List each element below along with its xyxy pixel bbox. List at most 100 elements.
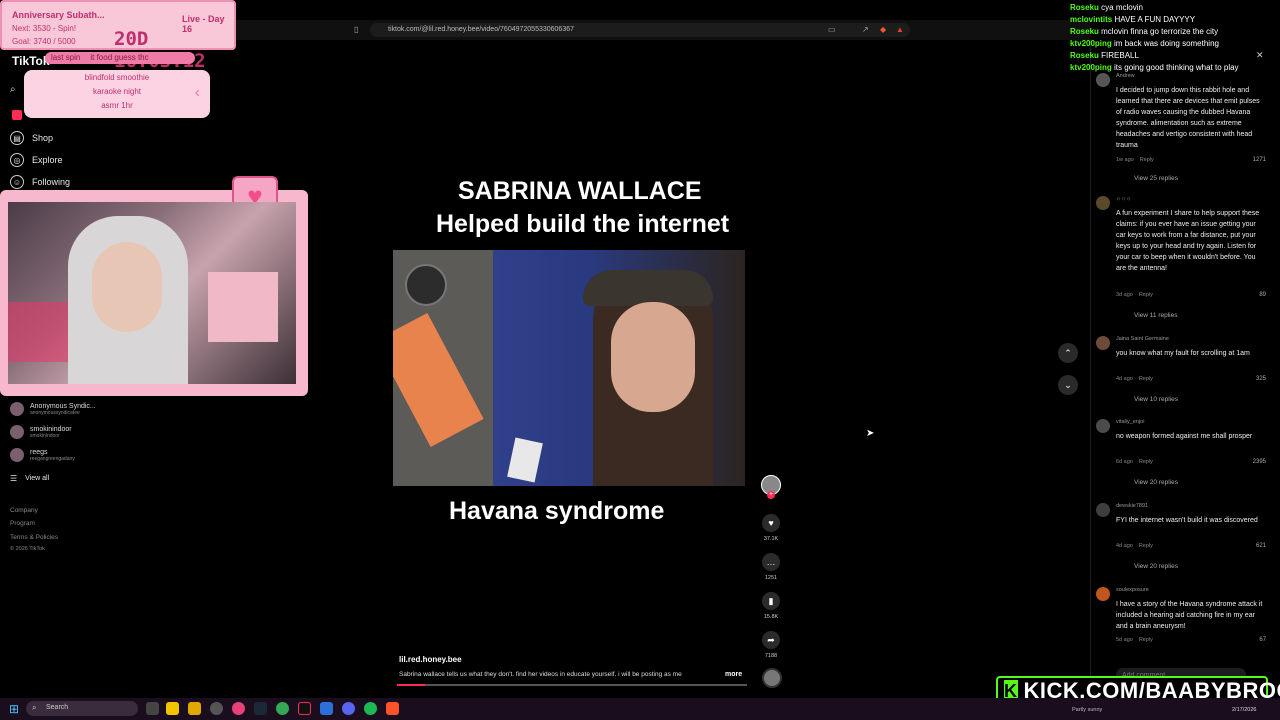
taskbar-date: 2/17/2026 — [1232, 707, 1257, 713]
chevron-up-icon: ⌃ — [1064, 348, 1072, 358]
comment-item: Jaina Saint Germaine you know what my fa… — [1096, 336, 1266, 406]
folder-icon[interactable] — [188, 702, 201, 715]
footer-company[interactable]: Company — [10, 507, 38, 514]
reply-button[interactable]: Reply — [1140, 157, 1154, 163]
comment-likes[interactable]: 89 — [1259, 292, 1266, 298]
more-link[interactable]: more — [725, 671, 742, 678]
obs-icon[interactable] — [210, 702, 223, 715]
comment-user[interactable]: ☼☼☼ — [1116, 196, 1131, 202]
windows-start-icon[interactable]: ⊞ — [9, 702, 19, 716]
chat-message: mclovintits HAVE A FUN DAYYYY — [1070, 15, 1196, 24]
reply-button[interactable]: Reply — [1139, 637, 1153, 643]
bookmark-icon[interactable]: ▯ — [354, 25, 364, 35]
share-button[interactable]: ➦ 7188 — [762, 631, 780, 659]
save-button[interactable]: ▮ 15.8K — [762, 592, 780, 620]
chrome-icon[interactable] — [276, 702, 289, 715]
tiktok-icon[interactable] — [298, 702, 311, 715]
spotify-icon[interactable] — [364, 702, 377, 715]
music-disc-icon[interactable] — [762, 668, 782, 688]
avatar[interactable] — [1096, 587, 1110, 601]
home-icon[interactable] — [12, 110, 22, 120]
video-progress-bar[interactable] — [397, 684, 747, 686]
avatar[interactable] — [1096, 503, 1110, 517]
reply-button[interactable]: Reply — [1139, 543, 1153, 549]
file-explorer-icon[interactable] — [166, 702, 179, 715]
avatar[interactable] — [1096, 196, 1110, 210]
subathon-timer: 20D 16:03:12 — [114, 28, 206, 72]
cast-icon[interactable]: ▭ — [828, 25, 838, 35]
footer-terms[interactable]: Terms & Policies — [10, 534, 58, 541]
following-account[interactable]: Anonymous Syndic... anonymoussyndicatee — [10, 402, 96, 416]
view-replies[interactable]: View 11 replies — [1134, 312, 1177, 319]
like-count: 37.1K — [763, 536, 779, 542]
brave-rewards-icon[interactable]: ▲ — [896, 25, 906, 35]
brave-shield-icon[interactable]: ◆ — [880, 25, 890, 35]
view-replies[interactable]: View 25 replies — [1134, 175, 1178, 182]
comment-likes[interactable]: 621 — [1256, 543, 1266, 549]
following-account[interactable]: smokinindoor smokinindoor — [10, 425, 72, 439]
avatar[interactable] — [1096, 419, 1110, 433]
video-description: Sabrina wallace tells us what they don't… — [399, 671, 682, 678]
previous-video-button[interactable]: ⌃ — [1058, 343, 1078, 363]
reply-button[interactable]: Reply — [1139, 376, 1153, 382]
explore-icon: ◎ — [10, 153, 24, 167]
tiktok-logo[interactable]: TikTok — [12, 54, 50, 68]
footer-program[interactable]: Program — [10, 520, 35, 527]
view-replies[interactable]: View 20 replies — [1134, 479, 1178, 486]
video-progress-fill — [397, 684, 425, 686]
list-icon: ☰ — [10, 474, 18, 483]
spin-option: asmr 1hr — [101, 101, 133, 110]
comment-text: you know what my fault for scrolling at … — [1116, 350, 1250, 357]
sidebar-item-following[interactable]: ☺ Following — [10, 175, 70, 189]
comment-likes[interactable]: 67 — [1259, 637, 1266, 643]
comment-user[interactable]: vitaliy_enjoi — [1116, 419, 1144, 425]
mouse-cursor: ➤ — [866, 428, 875, 439]
app-icon[interactable] — [320, 702, 333, 715]
reply-button[interactable]: Reply — [1139, 292, 1153, 298]
follow-plus-icon[interactable]: + — [767, 491, 775, 499]
comment-likes[interactable]: 2395 — [1253, 459, 1266, 465]
comment-user[interactable]: dewskie7891 — [1116, 503, 1148, 509]
sidebar-item-shop[interactable]: ▤ Shop — [10, 131, 53, 145]
comment-text: A fun experiment I share to help support… — [1116, 210, 1260, 272]
like-button[interactable]: ♥ 37.1K — [762, 514, 780, 542]
avatar[interactable] — [1096, 336, 1110, 350]
chat-message: Roseku cya mclovin — [1070, 3, 1143, 12]
comment-likes[interactable]: 325 — [1256, 376, 1266, 382]
following-account[interactable]: reegs reegangreengadany — [10, 448, 75, 462]
discord-icon[interactable] — [342, 702, 355, 715]
pink-box — [208, 272, 278, 342]
app-icon[interactable] — [232, 702, 245, 715]
video-title-line1: SABRINA WALLACE — [452, 177, 708, 206]
author-avatar-button[interactable]: + — [761, 475, 781, 499]
search-icon[interactable]: ⌕ — [10, 84, 16, 95]
comment-text: FYI the internet wasn't build it was dis… — [1116, 517, 1258, 524]
next-video-button[interactable]: ⌄ — [1058, 375, 1078, 395]
share-icon[interactable]: ↗ — [862, 25, 872, 35]
view-replies[interactable]: View 20 replies — [1134, 563, 1178, 570]
video-player[interactable] — [393, 250, 745, 486]
close-icon[interactable]: ✕ — [1256, 50, 1264, 61]
task-view-icon[interactable] — [146, 702, 159, 715]
subathon-title: Anniversary Subath... — [12, 10, 105, 20]
spin-option: karaoke night — [92, 87, 142, 96]
last-spin-label: last spin — [51, 53, 81, 62]
steam-icon[interactable] — [254, 702, 267, 715]
avatar — [10, 425, 24, 439]
comment-likes[interactable]: 1271 — [1253, 157, 1266, 163]
comment-button[interactable]: … 1251 — [762, 553, 780, 581]
sidebar-item-explore[interactable]: ◎ Explore — [10, 153, 63, 167]
brave-icon[interactable] — [386, 702, 399, 715]
comment-item: dewskie7891 FYI the internet wasn't buil… — [1096, 503, 1266, 573]
taskbar-search[interactable]: ⌕ Search — [26, 701, 138, 716]
video-title-line2: Helped build the internet — [430, 210, 736, 239]
comment-item: Andrew I decided to jump down this rabbi… — [1096, 73, 1266, 183]
comment-user[interactable]: Jaina Saint Germaine — [1116, 336, 1169, 342]
url-text: tiktok.com/@lil.red.honey.bee/video/7604… — [388, 26, 574, 33]
video-author[interactable]: lil.red.honey.bee — [399, 655, 462, 664]
comment-user[interactable]: soulexposure — [1116, 587, 1149, 593]
view-all-link[interactable]: ☰ View all — [10, 474, 49, 483]
reply-button[interactable]: Reply — [1139, 459, 1153, 465]
comment-count: 1251 — [764, 575, 778, 581]
view-replies[interactable]: View 10 replies — [1134, 396, 1178, 403]
